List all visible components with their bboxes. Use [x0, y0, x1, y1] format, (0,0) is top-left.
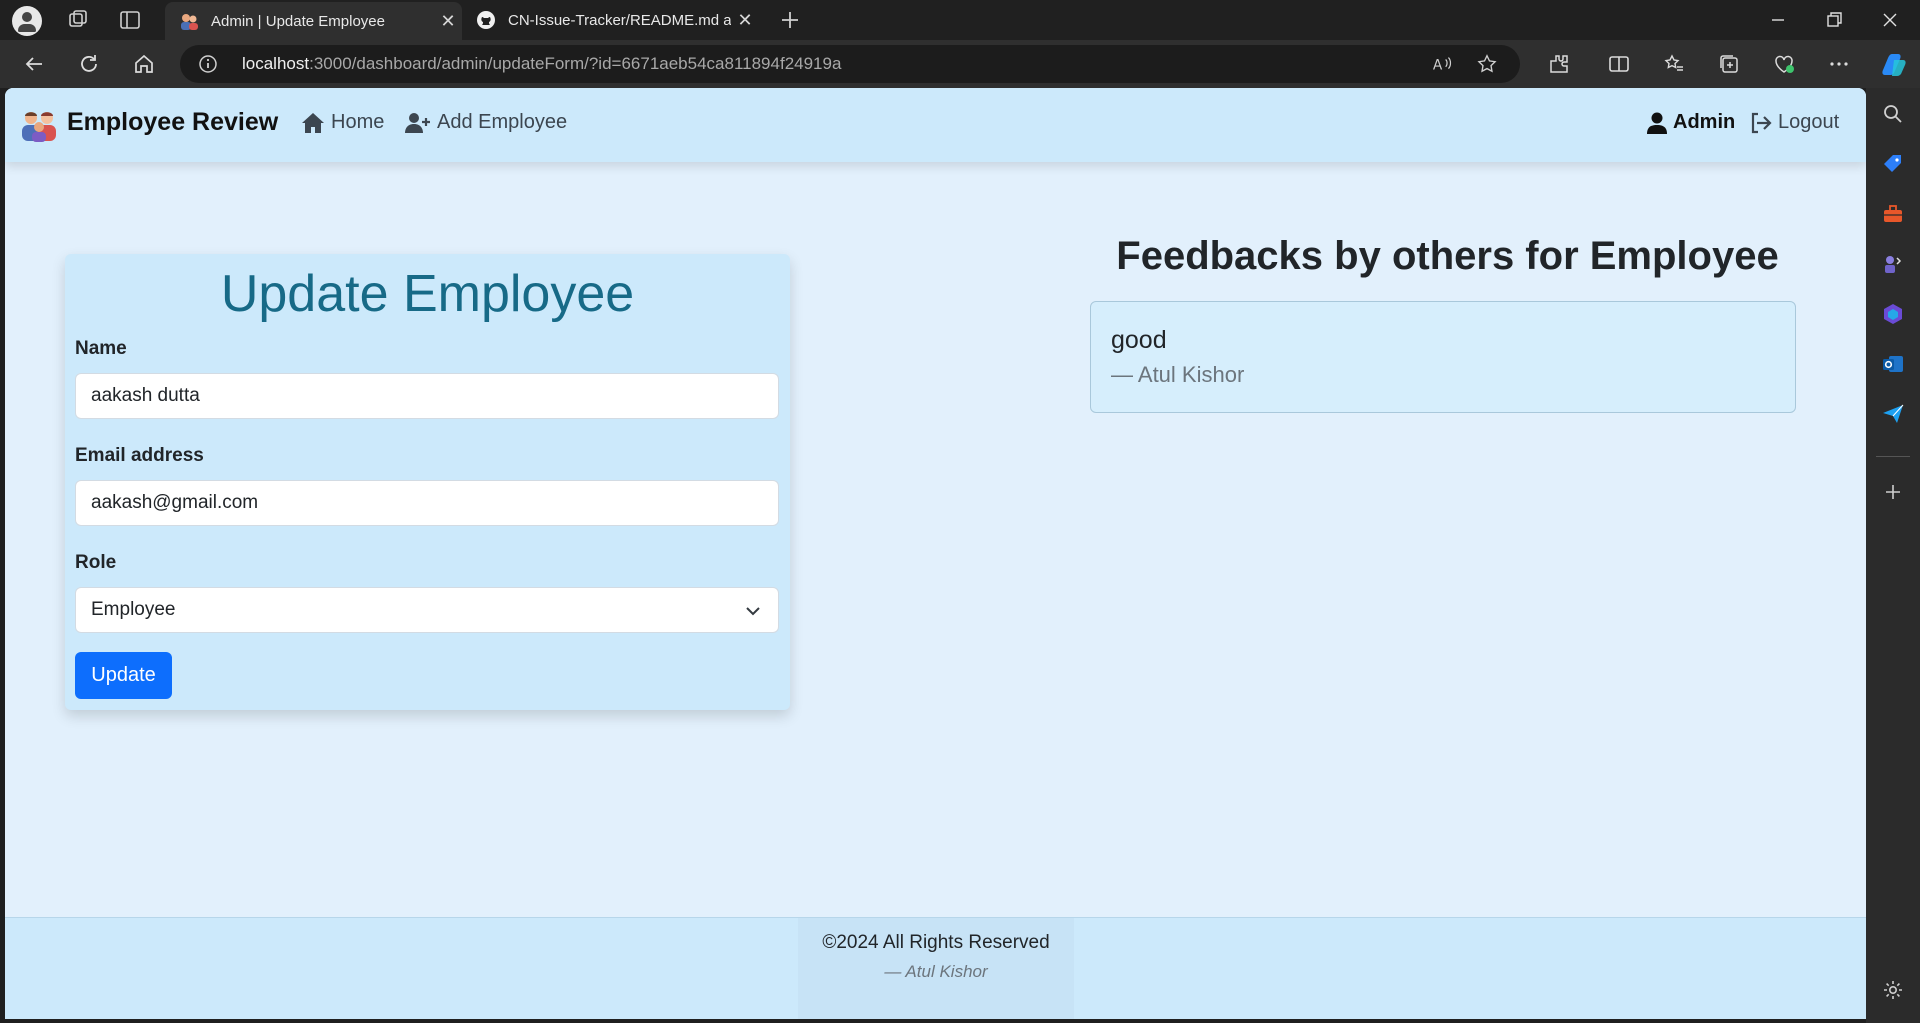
footer-copyright: ©2024 All Rights Reserved [822, 932, 1050, 953]
address-bar: localhost:3000/dashboard/admin/updateFor… [0, 40, 1920, 88]
user-plus-icon [405, 112, 430, 133]
read-aloud-icon[interactable]: A [1431, 53, 1453, 75]
top-navbar: Employee Review Home Add Employee Admin … [5, 88, 1866, 162]
url-field[interactable]: localhost:3000/dashboard/admin/updateFor… [180, 45, 1520, 83]
minimize-icon[interactable] [1766, 8, 1790, 32]
profile-icon[interactable] [12, 6, 42, 36]
restore-icon[interactable] [1822, 8, 1846, 32]
close-tab-icon[interactable]: ✕ [731, 10, 759, 31]
form-title: Update Employee [220, 265, 635, 323]
email-label: Email address [75, 445, 204, 466]
add-sidebar-app-icon[interactable] [1881, 480, 1905, 504]
tab-admin-update[interactable]: Admin | Update Employee ✕ [165, 2, 462, 40]
feedback-text: good [1111, 326, 1167, 354]
favorites-icon[interactable] [1662, 52, 1686, 76]
vertical-tabs-icon[interactable] [118, 8, 142, 32]
chevron-down-icon [746, 607, 760, 616]
url-path: :3000/dashboard/admin/updateForm/?id=667… [309, 54, 842, 73]
nav-logout-label: Logout [1778, 111, 1840, 133]
sidebar-settings-icon[interactable] [1881, 978, 1905, 1002]
tab-title: Admin | Update Employee [211, 12, 385, 30]
outlook-icon[interactable] [1881, 352, 1905, 376]
sidebar-divider [1876, 456, 1910, 457]
update-button[interactable]: Update [75, 652, 172, 699]
collections-icon[interactable] [1717, 52, 1741, 76]
close-tab-icon[interactable]: ✕ [434, 11, 462, 32]
copilot-icon[interactable] [1880, 50, 1908, 78]
feedback-card: good — Atul Kishor [1090, 301, 1796, 413]
new-tab-icon[interactable] [778, 8, 802, 32]
nav-home-link[interactable]: Home [301, 111, 384, 134]
site-info-icon[interactable] [198, 54, 218, 74]
role-label: Role [75, 552, 117, 573]
url-text: localhost:3000/dashboard/admin/updateFor… [242, 54, 841, 74]
shopping-tag-icon[interactable] [1881, 152, 1905, 176]
people-icon [181, 14, 198, 30]
page-viewport: Employee Review Home Add Employee Admin … [5, 88, 1866, 1019]
user-icon [1647, 112, 1667, 134]
name-field[interactable] [75, 373, 779, 419]
close-window-icon[interactable] [1878, 8, 1902, 32]
split-screen-icon[interactable] [1607, 52, 1631, 76]
page-footer: ©2024 All Rights Reserved — Atul Kishor [5, 917, 1866, 1019]
role-selected-value: Employee [91, 599, 176, 620]
back-icon[interactable] [22, 52, 46, 76]
brand-name[interactable]: Employee Review [67, 108, 278, 137]
role-select[interactable]: Employee [75, 587, 779, 633]
refresh-icon[interactable] [77, 52, 101, 76]
nav-admin-label: Admin [1673, 111, 1736, 133]
edge-sidebar [1866, 88, 1920, 1023]
svg-text:A: A [1433, 58, 1443, 74]
url-host: localhost [242, 54, 310, 73]
footer-content: ©2024 All Rights Reserved — Atul Kishor [798, 918, 1074, 1019]
nav-home-label: Home [331, 111, 385, 133]
logout-icon [1751, 112, 1772, 133]
nav-logout-link[interactable]: Logout [1750, 111, 1839, 134]
github-icon [477, 11, 495, 29]
tab-title: CN-Issue-Tracker/README.md at [508, 11, 731, 29]
team-logo-icon[interactable] [19, 107, 59, 143]
copilot-apps-icon[interactable] [1881, 302, 1905, 326]
games-icon[interactable] [1881, 252, 1905, 276]
workspaces-icon[interactable] [66, 8, 90, 32]
home-icon [302, 112, 324, 133]
tools-icon[interactable] [1881, 202, 1905, 226]
footer-author: — Atul Kishor [884, 962, 988, 981]
browser-essentials-icon[interactable] [1772, 52, 1796, 76]
email-field[interactable] [75, 480, 779, 526]
feedback-author: — Atul Kishor [1111, 362, 1245, 387]
tab-github-readme[interactable]: CN-Issue-Tracker/README.md at ✕ [462, 0, 759, 40]
home-browser-icon[interactable] [132, 52, 156, 76]
search-icon[interactable] [1881, 102, 1905, 126]
nav-add-employee-link[interactable]: Add Employee [405, 111, 567, 134]
extensions-icon[interactable] [1547, 52, 1571, 76]
more-options-icon[interactable] [1827, 52, 1851, 76]
name-label: Name [75, 338, 127, 359]
nav-admin-user[interactable]: Admin [1647, 111, 1735, 134]
update-employee-card: Update Employee Name Email address Role … [65, 254, 790, 710]
feedbacks-heading: Feedbacks by others for Employee [1116, 234, 1779, 278]
favorite-star-icon[interactable] [1476, 53, 1498, 75]
browser-tab-bar: Admin | Update Employee ✕ CN-Issue-Track… [0, 0, 1920, 40]
send-icon[interactable] [1881, 402, 1905, 426]
nav-add-employee-label: Add Employee [437, 111, 568, 133]
